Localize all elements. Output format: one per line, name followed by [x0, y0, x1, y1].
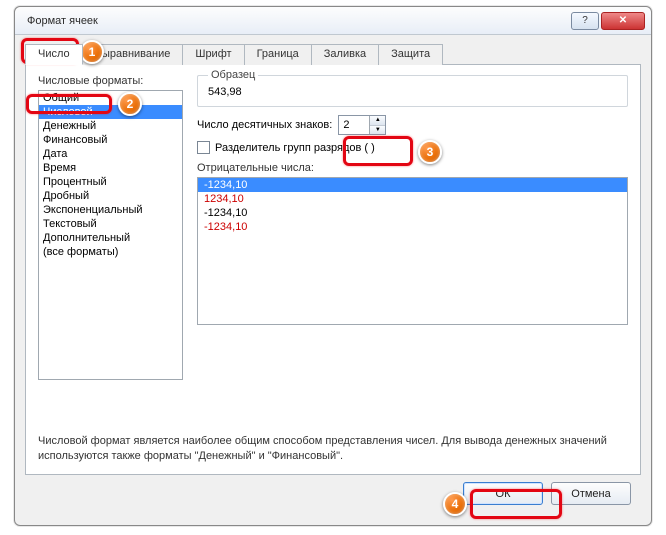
decimals-label: Число десятичных знаков:: [197, 119, 332, 131]
ok-button[interactable]: ОК: [463, 482, 543, 505]
negative-label: Отрицательные числа:: [197, 162, 628, 174]
category-item[interactable]: Экспоненциальный: [39, 203, 182, 217]
separator-row: Разделитель групп разрядов ( ): [197, 141, 628, 154]
category-item[interactable]: Денежный: [39, 119, 182, 133]
left-column: Числовые форматы: Общий Числовой Денежны…: [38, 75, 183, 426]
tab-pane: Числовые форматы: Общий Числовой Денежны…: [25, 65, 641, 475]
sample-value: 543,98: [208, 86, 617, 98]
spinner-arrows[interactable]: ▲ ▼: [369, 116, 385, 134]
titlebar: Формат ячеек ? ✕: [15, 7, 651, 35]
decimals-spinner[interactable]: ▲ ▼: [338, 115, 386, 135]
tab-protect[interactable]: Защита: [378, 44, 443, 65]
button-row: ОК Отмена: [463, 482, 631, 505]
category-item[interactable]: Финансовый: [39, 133, 182, 147]
category-label: Числовые форматы:: [38, 75, 183, 87]
tab-font[interactable]: Шрифт: [182, 44, 244, 65]
close-button[interactable]: ✕: [601, 12, 645, 30]
category-item[interactable]: Дробный: [39, 189, 182, 203]
category-list[interactable]: Общий Числовой Денежный Финансовый Дата …: [38, 90, 183, 380]
category-item[interactable]: Время: [39, 161, 182, 175]
sample-label: Образец: [208, 69, 258, 81]
category-item[interactable]: Дополнительный: [39, 231, 182, 245]
negative-list[interactable]: -1234,10 1234,10 -1234,10 -1234,10: [197, 177, 628, 325]
negative-item[interactable]: 1234,10: [198, 192, 627, 206]
category-item[interactable]: Дата: [39, 147, 182, 161]
category-item-selected[interactable]: Числовой: [39, 105, 182, 119]
tab-number[interactable]: Число: [25, 44, 83, 65]
separator-label: Разделитель групп разрядов ( ): [215, 142, 375, 154]
help-button[interactable]: ?: [571, 12, 599, 30]
tab-border[interactable]: Граница: [244, 44, 312, 65]
category-item[interactable]: Текстовый: [39, 217, 182, 231]
category-item[interactable]: (все форматы): [39, 245, 182, 259]
chevron-down-icon[interactable]: ▼: [370, 126, 385, 135]
description-text: Числовой формат является наиболее общим …: [38, 434, 628, 464]
decimals-input[interactable]: [339, 116, 369, 134]
cancel-button[interactable]: Отмена: [551, 482, 631, 505]
decimals-row: Число десятичных знаков: ▲ ▼: [197, 115, 628, 135]
negative-item[interactable]: -1234,10: [198, 178, 627, 192]
separator-checkbox[interactable]: [197, 141, 210, 154]
right-column: Образец 543,98 Число десятичных знаков: …: [197, 75, 628, 426]
negative-item[interactable]: -1234,10: [198, 220, 627, 234]
category-item[interactable]: Общий: [39, 91, 182, 105]
category-item[interactable]: Процентный: [39, 175, 182, 189]
window-title: Формат ячеек: [27, 15, 569, 27]
negative-item[interactable]: -1234,10: [198, 206, 627, 220]
sample-group: Образец 543,98: [197, 75, 628, 107]
chevron-up-icon[interactable]: ▲: [370, 116, 385, 126]
tab-fill[interactable]: Заливка: [311, 44, 379, 65]
tab-strip: Число Выравнивание Шрифт Граница Заливка…: [25, 43, 641, 65]
tab-align[interactable]: Выравнивание: [82, 44, 184, 65]
dialog-window: Формат ячеек ? ✕ Число Выравнивание Шриф…: [14, 6, 652, 526]
